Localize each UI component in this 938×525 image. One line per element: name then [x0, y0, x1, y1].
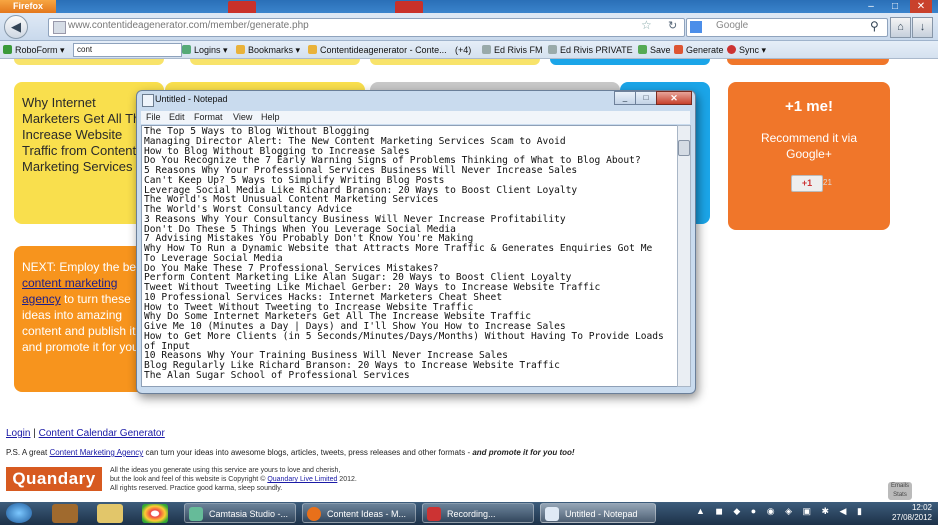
sync-icon: [727, 45, 736, 54]
bookmark-star-icon[interactable]: ☆: [641, 18, 652, 32]
notepad-scrollbar[interactable]: [677, 125, 691, 387]
chrome-icon[interactable]: [142, 504, 168, 523]
record-icon: [427, 507, 441, 521]
card-top-strip: [190, 59, 360, 65]
notepad-minimize-button[interactable]: _: [614, 91, 636, 105]
notepad-icon: [142, 94, 154, 107]
copyright-text: All the ideas you generate using this se…: [110, 467, 357, 492]
quandary-live-link[interactable]: Quandary Live Limited: [267, 476, 337, 483]
bookmark-ed-rivis-private[interactable]: Ed Rivis PRIVATE: [548, 43, 633, 57]
menu-file[interactable]: File: [146, 111, 161, 124]
card-top-strip: [550, 59, 710, 65]
notepad-menubar: File Edit Format View Help: [141, 111, 690, 124]
footer-links: Login | Content Calendar Generator: [6, 428, 165, 439]
back-button[interactable]: ◀: [4, 15, 28, 39]
notepad-close-button[interactable]: ✕: [656, 91, 692, 105]
stats-badge[interactable]: Emails Stats: [888, 482, 912, 500]
task-recording[interactable]: Recording...: [422, 503, 534, 523]
roboform-button[interactable]: RoboForm ▾: [3, 43, 65, 57]
pinned-app-icon[interactable]: [52, 504, 78, 523]
search-input[interactable]: Google: [716, 20, 748, 31]
key-icon: [182, 45, 191, 54]
menu-help[interactable]: Help: [261, 111, 280, 124]
ps-line: P.S. A great Content Marketing Agency ca…: [6, 448, 575, 457]
generate-icon: [674, 45, 683, 54]
notepad-line: The Alan Sugar School of Professional Se…: [144, 369, 410, 381]
home-icon[interactable]: ⌂: [890, 17, 911, 38]
bookmark-save[interactable]: Save: [638, 43, 671, 57]
firefox-titlebar: [0, 0, 938, 13]
clock[interactable]: 12:02 27/08/2012: [870, 503, 932, 523]
firefox-icon: [307, 507, 321, 521]
notepad-maximize-button[interactable]: □: [635, 91, 657, 105]
task-camtasia[interactable]: Camtasia Studio -...: [184, 503, 296, 523]
notepad-text-area[interactable]: The Top 5 Ways to Blog Without Blogging M…: [141, 125, 679, 387]
card-top-strip: [14, 59, 164, 65]
star-icon: [236, 45, 245, 54]
bookmark-contentideagenerator[interactable]: Contentideagenerator - Conte...: [308, 43, 447, 57]
task-notepad[interactable]: Untitled - Notepad: [540, 503, 656, 523]
plus-one-subtitle: Recommend it via Google+: [760, 131, 858, 161]
bookmark-ed-rivis-fm[interactable]: Ed Rivis FM: [482, 43, 543, 57]
search-icon[interactable]: ⚲: [870, 19, 879, 33]
login-link[interactable]: Login: [6, 428, 30, 439]
plus-one-count: 21: [823, 178, 832, 187]
menu-view[interactable]: View: [233, 111, 252, 124]
roboform-icon: [3, 45, 12, 54]
minimize-button[interactable]: –: [860, 0, 882, 13]
star-icon: [308, 45, 317, 54]
menu-format[interactable]: Format: [194, 111, 223, 124]
plus-one-title: +1 me!: [785, 98, 833, 115]
url-text[interactable]: www.contentideagenerator.com/member/gene…: [68, 20, 309, 31]
bookmark-sync[interactable]: Sync ▾: [727, 43, 766, 57]
bookmark-logins[interactable]: Logins ▾: [182, 43, 228, 57]
folder-icon: [482, 45, 491, 54]
folder-icon: [548, 45, 557, 54]
camtasia-icon: [189, 507, 203, 521]
scrollbar-thumb[interactable]: [678, 140, 690, 156]
task-firefox[interactable]: Content Ideas - M...: [302, 503, 416, 523]
close-button[interactable]: ✕: [910, 0, 932, 13]
idea-card-text: Why Internet Marketers Get All The Incre…: [22, 95, 148, 174]
save-icon: [638, 45, 647, 54]
reload-icon[interactable]: ↻: [668, 19, 677, 32]
bookmark-more[interactable]: (+4): [455, 43, 471, 57]
site-identity-icon[interactable]: [53, 21, 66, 34]
start-button[interactable]: [6, 503, 32, 523]
explorer-icon[interactable]: [97, 504, 123, 523]
bookmark-bookmarks[interactable]: Bookmarks ▾: [236, 43, 300, 57]
separator: |: [30, 428, 39, 439]
bookmark-generate[interactable]: Generate: [674, 43, 724, 57]
card-top-strip: [370, 59, 540, 65]
notepad-title: Untitled - Notepad: [155, 94, 228, 104]
firefox-menu-button[interactable]: Firefox: [0, 0, 56, 13]
menu-edit[interactable]: Edit: [169, 111, 185, 124]
download-icon[interactable]: ↓: [912, 17, 933, 38]
card-top-strip: [727, 59, 889, 65]
roboform-search-input[interactable]: cont: [73, 43, 182, 57]
maximize-button[interactable]: □: [884, 0, 906, 13]
notepad-icon: [545, 507, 559, 521]
quandary-logo[interactable]: Quandary: [6, 467, 102, 491]
content-calendar-link[interactable]: Content Calendar Generator: [39, 428, 165, 439]
google-plus-one-button[interactable]: +1: [791, 175, 823, 192]
google-icon[interactable]: [690, 21, 702, 33]
agency-link[interactable]: Content Marketing Agency: [49, 448, 143, 457]
notepad-line: How to Get More Clients (in 5 Seconds/Mi…: [144, 330, 664, 342]
system-tray-icons[interactable]: ▲ ◼ ◆ ● ◉ ◈ ▣ ✱ ◀ ▮: [696, 506, 866, 517]
